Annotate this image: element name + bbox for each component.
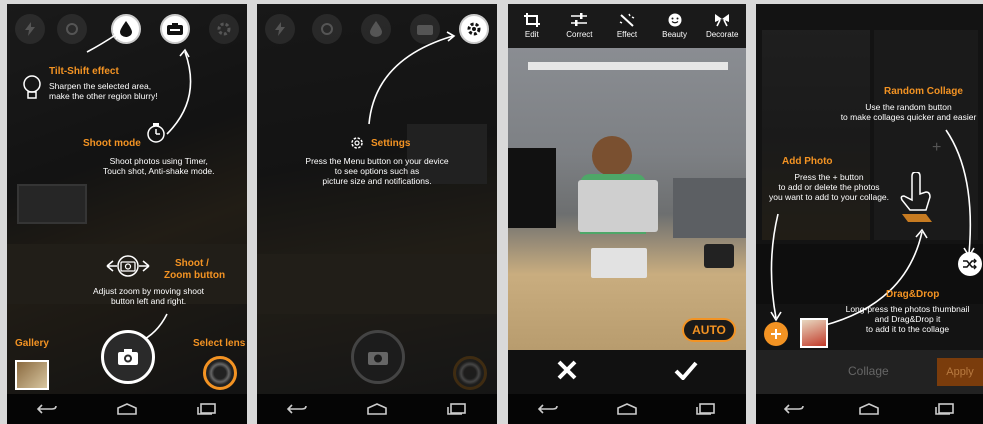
check-icon xyxy=(674,361,698,381)
shoot-mode-icon[interactable] xyxy=(410,14,440,44)
settings-title: Settings xyxy=(371,138,411,149)
add-photo-title: Add Photo xyxy=(782,156,833,167)
back-icon[interactable] xyxy=(283,399,311,419)
smiley-icon xyxy=(668,13,682,27)
settings-tutorial-screen: Settings Press the Menu button on your d… xyxy=(257,4,497,424)
toolbar-decorate-label: Decorate xyxy=(705,30,739,39)
zoom-title-2: Zoom button xyxy=(164,270,226,281)
confirm-button[interactable] xyxy=(674,360,698,385)
android-nav-bar xyxy=(756,394,983,424)
plus-icon xyxy=(771,329,781,339)
close-icon xyxy=(557,360,577,379)
home-icon[interactable] xyxy=(113,399,141,419)
android-nav-bar xyxy=(257,394,497,424)
apply-button[interactable]: Apply xyxy=(937,358,983,386)
camera-tutorial-screen: Tilt-Shift effect Sharpen the selected a… xyxy=(7,4,247,424)
back-icon[interactable] xyxy=(534,399,562,419)
settings-gear-icon[interactable] xyxy=(459,14,489,44)
toolbar-edit-label: Edit xyxy=(524,30,539,39)
shoot-mode-desc: Shoot photos using Timer, Touch shot, An… xyxy=(103,156,215,176)
flash-icon[interactable] xyxy=(15,14,45,44)
drop-icon[interactable] xyxy=(361,14,391,44)
back-icon[interactable] xyxy=(780,399,808,419)
tilt-shift-title: Tilt-Shift effect xyxy=(49,66,119,77)
filter-icon[interactable] xyxy=(312,14,342,44)
editor-actions xyxy=(508,350,746,394)
back-icon[interactable] xyxy=(33,399,61,419)
recents-icon[interactable] xyxy=(692,399,720,419)
toolbar-edit[interactable]: Edit xyxy=(508,4,556,48)
add-photo-desc: Press the + button to add or delete the … xyxy=(768,172,890,202)
add-photo-button[interactable] xyxy=(764,322,788,346)
toolbar-effect[interactable]: Effect xyxy=(603,4,651,48)
home-icon[interactable] xyxy=(613,399,641,419)
tilt-shift-desc: Sharpen the selected area, make the othe… xyxy=(49,81,158,101)
collage-tutorial-screen: + Random Collage Use the random button t… xyxy=(756,4,983,424)
toolbar-correct[interactable]: Correct xyxy=(556,4,604,48)
camera-toolbar xyxy=(7,14,247,54)
toolbar-beauty[interactable]: Beauty xyxy=(651,4,699,48)
editor-toolbar: Edit Correct Effect Beauty Decorate xyxy=(508,4,746,48)
random-collage-desc: Use the random button to make collages q… xyxy=(840,102,977,122)
camera-icon xyxy=(118,349,138,365)
android-nav-bar xyxy=(508,394,746,424)
lens-selector-button[interactable] xyxy=(453,356,487,390)
filter-icon[interactable] xyxy=(57,14,87,44)
gallery-label: Gallery xyxy=(15,338,49,349)
photo-thumbnail[interactable] xyxy=(800,318,828,348)
shoot-mode-title: Shoot mode xyxy=(83,138,141,149)
tutorial-strip: Tilt-Shift effect Sharpen the selected a… xyxy=(0,0,983,424)
magic-wand-icon xyxy=(619,13,635,27)
shoot-mode-icon[interactable] xyxy=(160,14,190,44)
flash-icon[interactable] xyxy=(265,14,295,44)
timer-icon xyxy=(145,122,167,149)
camera-toolbar xyxy=(257,14,497,54)
home-icon[interactable] xyxy=(363,399,391,419)
toolbar-decorate[interactable]: Decorate xyxy=(698,4,746,48)
shuffle-icon xyxy=(963,258,977,270)
android-nav-bar xyxy=(7,394,247,424)
zoom-desc: Adjust zoom by moving shoot button left … xyxy=(93,286,205,306)
recents-icon[interactable] xyxy=(931,399,959,419)
cancel-button[interactable] xyxy=(556,359,578,386)
drag-hand-icon xyxy=(896,171,936,227)
shutter-button[interactable] xyxy=(351,330,405,384)
shutter-button[interactable] xyxy=(101,330,155,384)
select-lens-label: Select lens xyxy=(193,338,246,349)
zoom-title-1: Shoot / xyxy=(175,258,209,269)
auto-button[interactable]: AUTO xyxy=(682,318,736,342)
bow-icon xyxy=(715,14,730,27)
home-icon[interactable] xyxy=(855,399,883,419)
toolbar-correct-label: Correct xyxy=(566,30,593,39)
edited-photo xyxy=(508,48,746,350)
settings-desc: Press the Menu button on your device to … xyxy=(305,156,449,186)
shuffle-button[interactable] xyxy=(958,252,982,276)
toolbar-beauty-label: Beauty xyxy=(662,30,688,39)
camera-icon xyxy=(368,352,388,365)
collage-action-bar: Collage Apply xyxy=(756,350,983,394)
recents-icon[interactable] xyxy=(443,399,471,419)
photo-editor-screen: Edit Correct Effect Beauty Decorate AUTO xyxy=(508,4,746,424)
random-collage-title: Random Collage xyxy=(884,86,963,97)
toolbar-effect-label: Effect xyxy=(616,30,638,39)
gallery-thumbnail[interactable] xyxy=(15,360,49,390)
tilt-shift-drop-icon[interactable] xyxy=(111,14,141,44)
sliders-icon xyxy=(571,13,588,26)
settings-gear-icon[interactable] xyxy=(209,14,239,44)
drag-drop-desc: Long-press the photos thumbnail and Drag… xyxy=(845,304,970,334)
lens-selector-button[interactable] xyxy=(203,356,237,390)
zoom-camera-icon xyxy=(105,254,151,283)
settings-gear-icon xyxy=(349,135,365,156)
recents-icon[interactable] xyxy=(193,399,221,419)
collage-button[interactable]: Collage xyxy=(848,364,889,378)
tilt-shift-bulb-icon xyxy=(21,74,43,105)
drag-drop-title: Drag&Drop xyxy=(886,289,940,300)
crop-icon xyxy=(523,13,540,27)
